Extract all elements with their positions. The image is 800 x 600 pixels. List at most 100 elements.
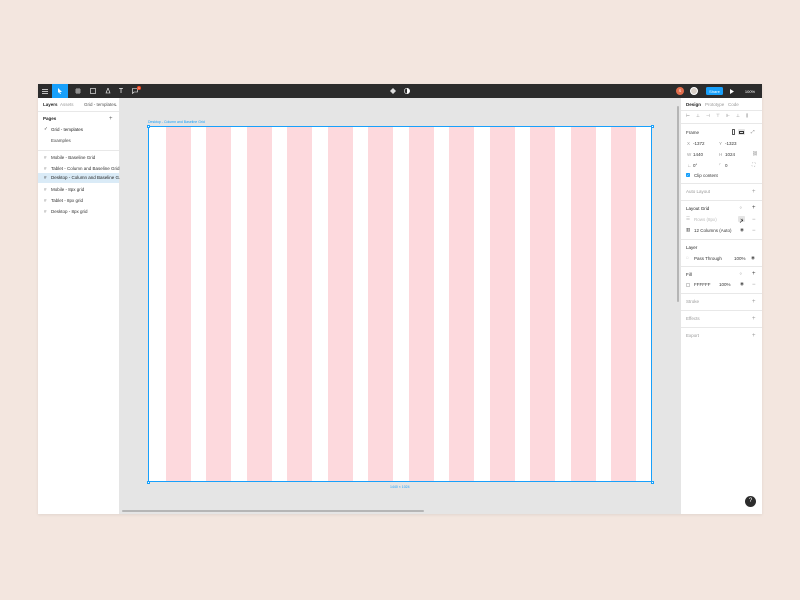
add-stroke-icon[interactable]: +	[752, 299, 756, 305]
add-auto-layout-icon[interactable]: +	[752, 189, 756, 195]
w-input[interactable]: 1440	[693, 152, 703, 158]
frame-icon: #	[44, 166, 47, 171]
page-item-grid-templates[interactable]: Grid - templates	[51, 127, 83, 133]
blend-mode-select[interactable]: Pass Through	[694, 256, 722, 262]
chevron-down-icon[interactable]: ⌄	[114, 102, 118, 108]
rows-grid-icon[interactable]: ☰	[686, 216, 690, 222]
align-center-icon[interactable]: ⊥	[696, 113, 700, 119]
share-button[interactable]: Share	[706, 87, 723, 95]
corner-radius-icon: ⌜	[719, 163, 722, 168]
pen-tool-icon[interactable]	[101, 84, 114, 98]
canvas[interactable]: Desktop - Column and Baseline Grid 1440 …	[120, 98, 680, 514]
remove-grid-icon[interactable]: −	[752, 228, 756, 234]
rotation-icon: ∟	[687, 163, 692, 168]
layer-item[interactable]: Tablet - 8px grid	[51, 198, 83, 204]
hamburger-icon[interactable]	[39, 84, 50, 98]
x-input[interactable]: -1372	[693, 141, 705, 147]
tab-assets[interactable]: Assets	[60, 102, 74, 108]
fill-hex-input[interactable]: FFFFFF	[694, 282, 711, 288]
add-fill-icon[interactable]: +	[752, 271, 756, 277]
align-bottom-icon[interactable]: ⊥	[736, 113, 740, 119]
eye-icon[interactable]: ◉	[751, 255, 755, 261]
remove-grid-icon[interactable]: −	[752, 217, 756, 223]
resize-handle[interactable]	[146, 480, 150, 484]
avatar-photo[interactable]	[690, 87, 698, 95]
eye-icon[interactable]: ◉	[740, 281, 744, 287]
align-right-icon[interactable]: ⊣	[706, 113, 710, 119]
frame-tool-icon[interactable]	[71, 84, 84, 98]
figma-window: T 1 S Share 100% Layers Assets Grid - te…	[38, 84, 762, 514]
constrain-proportions-icon[interactable]: ⛓	[752, 151, 758, 157]
add-effect-icon[interactable]: +	[752, 316, 756, 322]
divider	[681, 310, 762, 311]
layer-item[interactable]: Mobile - 8px grid	[51, 187, 84, 193]
resize-handle[interactable]	[146, 124, 150, 128]
resize-handle[interactable]	[650, 480, 654, 484]
add-export-icon[interactable]: +	[752, 333, 756, 339]
landscape-toggle[interactable]	[738, 129, 745, 135]
align-middle-icon[interactable]: ⊩	[726, 113, 730, 119]
component-icon[interactable]	[388, 84, 398, 98]
play-icon[interactable]	[728, 84, 736, 98]
h-input[interactable]: 1024	[725, 152, 735, 158]
frame-icon: #	[44, 175, 47, 180]
portrait-icon[interactable]	[732, 129, 735, 135]
fill-opacity-input[interactable]: 100%	[719, 282, 731, 288]
distribute-icon[interactable]: ⫼	[746, 113, 748, 119]
layer-item-selected[interactable]: Desktop - Column and Baseline G...	[51, 175, 123, 181]
independent-corners-icon[interactable]: ⛶	[752, 162, 755, 168]
grid-columns-label[interactable]: 12 Columns (Auto)	[694, 228, 732, 234]
grid-column	[489, 127, 515, 481]
divider	[681, 327, 762, 328]
divider	[681, 293, 762, 294]
tab-code[interactable]: Code	[728, 102, 739, 108]
grid-column	[570, 127, 596, 481]
y-input[interactable]: -1323	[725, 141, 737, 147]
page-item-examples[interactable]: Examples	[51, 138, 71, 144]
tab-design[interactable]: Design	[686, 102, 701, 108]
divider	[38, 111, 119, 112]
tab-layers[interactable]: Layers	[43, 102, 58, 108]
radius-input[interactable]: 0	[725, 163, 728, 169]
columns-grid-icon[interactable]: ▥	[686, 227, 690, 233]
move-tool-icon[interactable]	[52, 84, 68, 98]
grid-column	[530, 127, 556, 481]
add-grid-icon[interactable]: +	[752, 205, 756, 211]
tab-prototype[interactable]: Prototype	[705, 102, 724, 108]
rotation-input[interactable]: 0°	[693, 163, 697, 169]
text-tool-icon[interactable]: T	[116, 84, 126, 98]
h-label: H	[719, 152, 723, 157]
page-selector[interactable]: Grid - templates	[84, 102, 116, 108]
frame-label[interactable]: Desktop - Column and Baseline Grid	[148, 120, 205, 125]
resize-to-fit-icon[interactable]: ⤢	[751, 129, 755, 135]
layer-opacity-input[interactable]: 100%	[734, 256, 746, 262]
stroke-title: Stroke	[686, 299, 700, 304]
toolbar: T 1 S Share 100%	[38, 84, 762, 98]
frame-icon: #	[44, 198, 47, 203]
grid-column	[611, 127, 636, 481]
horizontal-scrollbar[interactable]	[122, 510, 424, 512]
rectangle-tool-icon[interactable]	[86, 84, 99, 98]
resize-handle[interactable]	[650, 124, 654, 128]
grid-styles-icon[interactable]: ⁘	[739, 205, 743, 211]
zoom-level[interactable]: 100%	[740, 84, 760, 98]
help-button[interactable]: ?	[745, 496, 756, 507]
clip-content-checkbox[interactable]: ✓	[686, 173, 690, 177]
effects-title: Effects	[686, 316, 700, 321]
align-top-icon[interactable]: ⊤	[716, 113, 720, 119]
divider	[681, 183, 762, 184]
fill-swatch[interactable]	[686, 283, 690, 287]
desktop-frame[interactable]	[148, 126, 652, 482]
fill-styles-icon[interactable]: ⁘	[739, 271, 743, 277]
avatar[interactable]: S	[676, 87, 684, 95]
layer-item[interactable]: Mobile - Baseline Grid	[51, 155, 95, 161]
vertical-scrollbar[interactable]	[677, 106, 679, 302]
remove-fill-icon[interactable]: −	[752, 282, 756, 288]
add-page-icon[interactable]: +	[109, 116, 113, 122]
contrast-icon[interactable]	[402, 84, 412, 98]
eye-icon[interactable]: ◉	[740, 227, 744, 233]
align-left-icon[interactable]: ⊢	[686, 113, 690, 119]
layer-item[interactable]: Tablet - Column and Baseline Grid	[51, 166, 120, 172]
layer-item[interactable]: Desktop - 8px grid	[51, 209, 88, 215]
grid-rows-label[interactable]: Rows (8px)	[694, 217, 717, 223]
